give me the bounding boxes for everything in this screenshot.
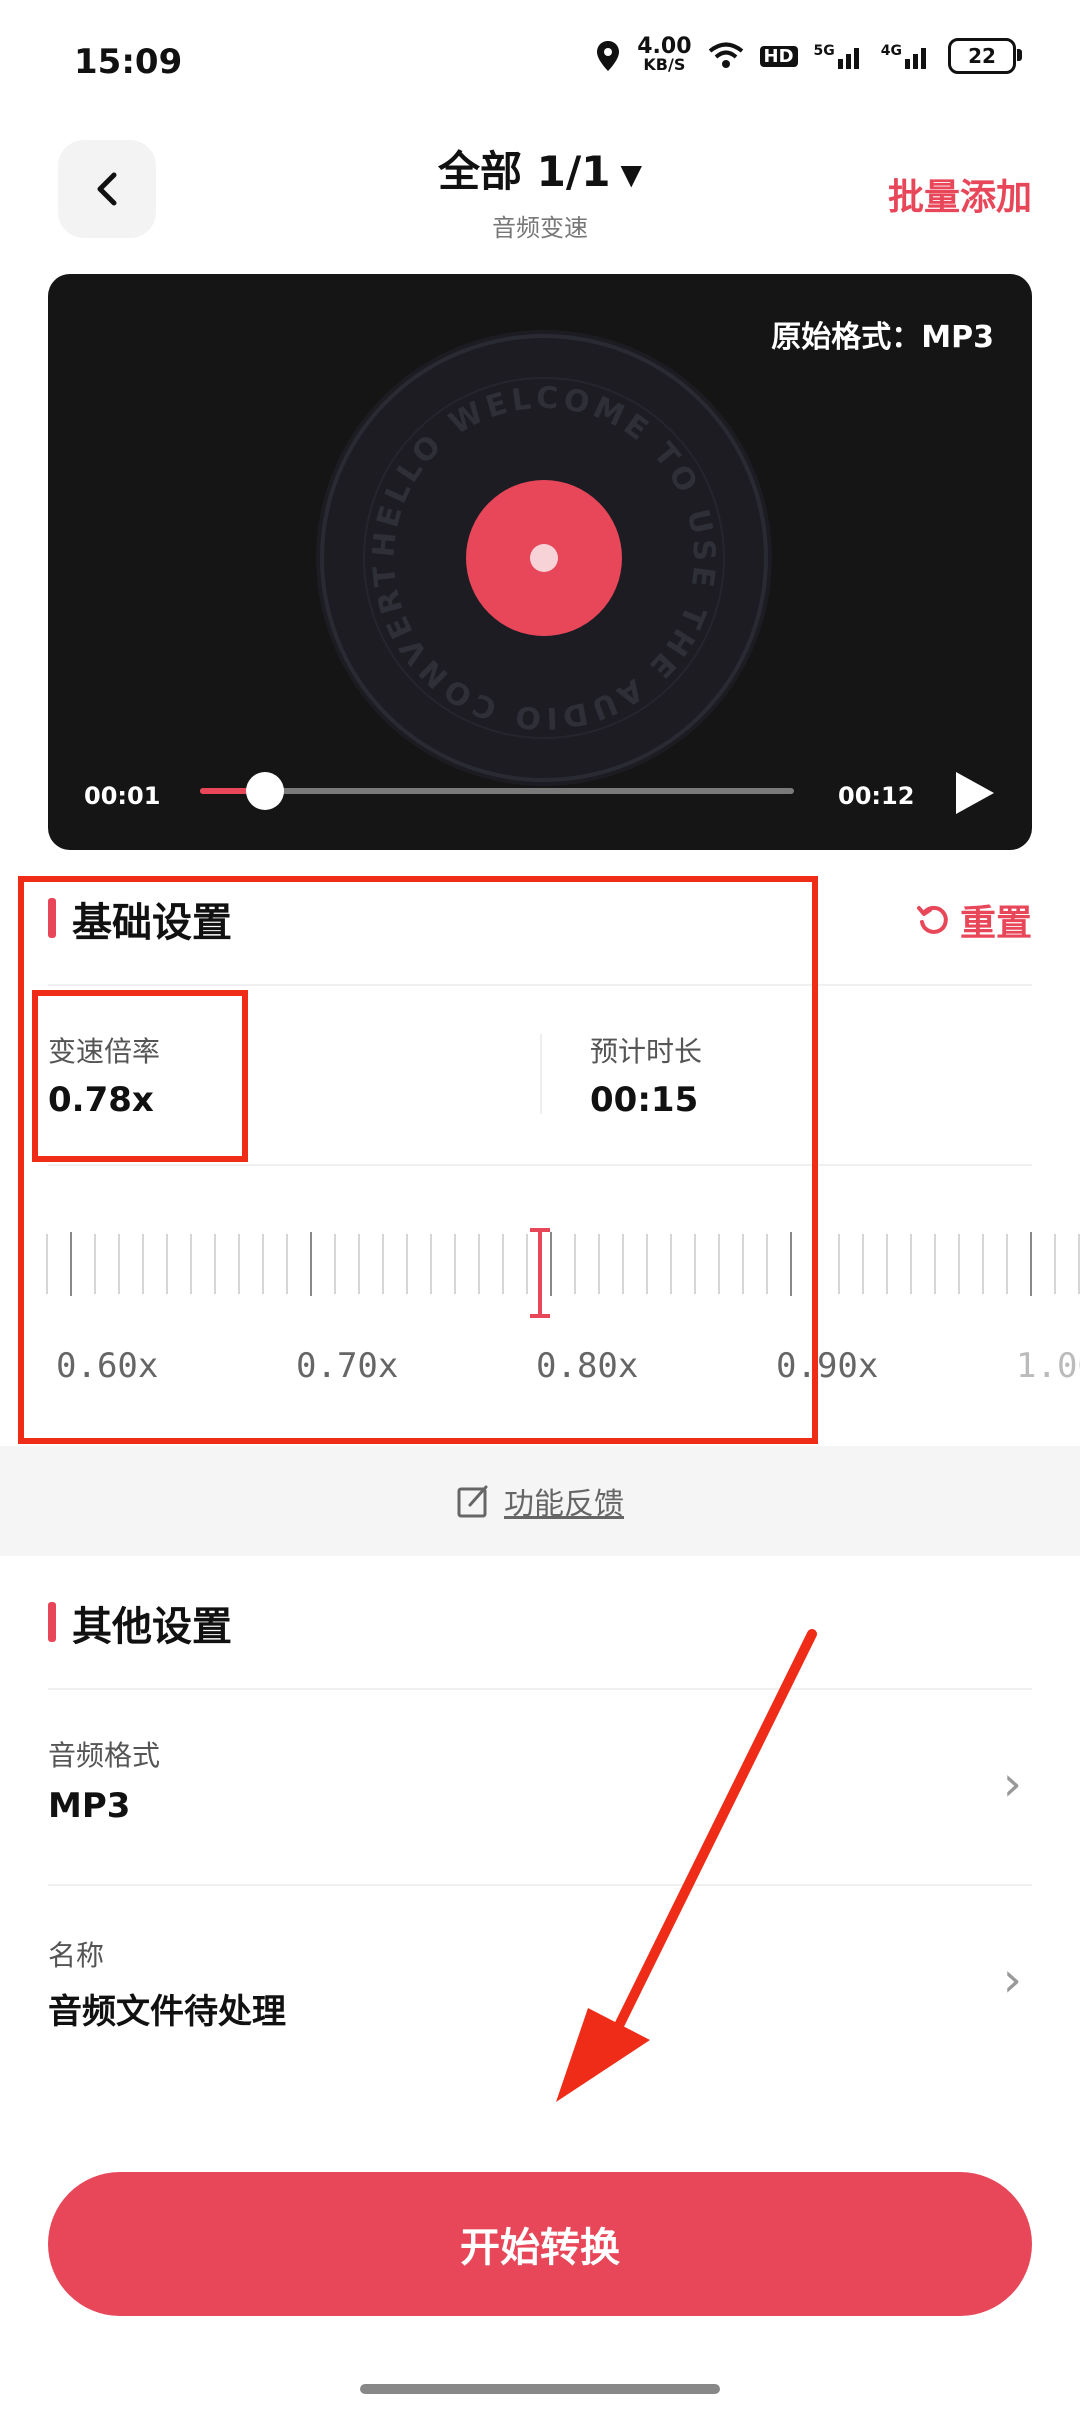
battery-level: 22 — [968, 44, 996, 68]
chevron-right-icon: › — [1002, 1952, 1022, 2008]
ruler-tick — [982, 1234, 984, 1294]
chevron-right-icon: › — [1002, 1756, 1022, 1812]
original-format: 原始格式：MP3 — [771, 320, 994, 355]
home-indicator[interactable] — [360, 2384, 720, 2394]
reset-button[interactable]: 重置 — [916, 894, 1032, 946]
name-label: 名称 — [48, 1939, 105, 1972]
audio-player: 原始格式：MP3 HELLO WELCOME TO USE THE AUDIO … — [48, 274, 1032, 850]
signal-sim2: 4G — [881, 43, 932, 69]
status-icons: 4.00 KB/S HD 5G 4G 22 — [595, 34, 1022, 74]
ruler-tick — [958, 1234, 960, 1294]
start-convert-button[interactable]: 开始转换 — [48, 2172, 1032, 2316]
ruler-tick — [838, 1234, 840, 1294]
batch-add-button[interactable]: 批量添加 — [888, 168, 1032, 220]
signal-icon — [905, 48, 926, 69]
annotation-arrow — [556, 1629, 817, 2102]
caret-down-icon: ▼ — [620, 158, 642, 191]
ruler-tick — [886, 1234, 888, 1294]
location-icon — [597, 41, 620, 71]
edit-icon — [457, 1485, 488, 1518]
status-bar: 15:09 4.00 KB/S HD 5G 4G 22 — [0, 0, 1080, 120]
ruler-tick — [862, 1234, 864, 1294]
vinyl-disc-icon: HELLO WELCOME TO USE THE AUDIO CONVERTER — [314, 328, 772, 786]
ruler-tick — [910, 1234, 912, 1294]
other-settings-title: 其他设置 — [72, 1604, 232, 1650]
status-time: 15:09 — [74, 42, 183, 82]
section-accent-bar — [48, 1602, 56, 1642]
ruler-tick — [934, 1234, 936, 1294]
format-label: 音频格式 — [48, 1739, 161, 1772]
net-speed: 4.00 KB/S — [637, 34, 692, 74]
ruler-tick — [1006, 1234, 1008, 1294]
play-icon[interactable] — [948, 768, 998, 818]
sim1-label: 5G — [813, 43, 835, 59]
format-value: MP3 — [48, 1786, 131, 1826]
battery-icon: 22 — [948, 38, 1022, 74]
ruler-tick — [1030, 1232, 1032, 1296]
name-value: 音频文件待处理 — [48, 1992, 286, 2032]
signal-sim1: 5G — [814, 43, 865, 69]
page-title: 全部 1/1 — [438, 147, 611, 196]
progress-slider[interactable] — [200, 772, 794, 810]
feedback-label: 功能反馈 — [504, 1487, 624, 1522]
reset-label: 重置 — [959, 903, 1032, 944]
wifi-icon — [708, 42, 743, 68]
ruler-label: 1.00x — [1016, 1346, 1080, 1386]
net-speed-value: 4.00 — [637, 34, 692, 59]
current-time: 00:01 — [84, 782, 161, 810]
sim2-label: 4G — [880, 43, 902, 59]
progress-thumb[interactable] — [246, 772, 285, 810]
net-speed-unit: KB/S — [643, 55, 686, 74]
ruler-tick — [1054, 1234, 1056, 1294]
reset-icon — [916, 905, 948, 934]
annotation-box-speed-value — [32, 990, 248, 1162]
signal-icon — [837, 48, 859, 69]
hd-badge: HD — [759, 45, 798, 67]
total-time: 00:12 — [838, 782, 915, 810]
feedback-link[interactable]: 功能反馈 — [0, 1446, 1080, 1556]
